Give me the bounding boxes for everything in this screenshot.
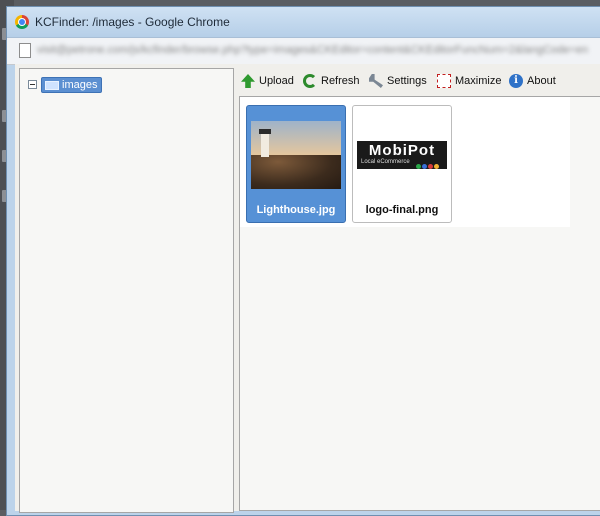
logo-tagline: Local eCommerce	[361, 159, 410, 165]
url-text[interactable]: visit@petrone.com/js/kcfinder/browse.php…	[37, 44, 588, 56]
about-label: About	[527, 75, 556, 87]
file-name: Lighthouse.jpg	[256, 204, 336, 216]
collapse-toggle-icon[interactable]	[28, 80, 37, 89]
folder-tree-pane: images	[19, 68, 234, 513]
settings-wrench-icon	[369, 74, 383, 88]
upload-icon	[241, 74, 255, 88]
refresh-label: Refresh	[321, 75, 360, 87]
page-icon	[19, 43, 31, 58]
file-tile-lighthouse[interactable]: Lighthouse.jpg	[246, 105, 346, 223]
tree-node-text: images	[62, 79, 98, 91]
about-button[interactable]: i About	[509, 72, 556, 90]
toolbar: Upload Refresh Settings Maximize i About	[239, 68, 600, 94]
window-title: KCFinder: /images - Google Chrome	[35, 15, 230, 29]
file-name: logo-final.png	[365, 204, 439, 216]
logo-dots	[415, 160, 439, 172]
refresh-icon	[303, 74, 317, 88]
files-pane: Lighthouse.jpg MobiPot Local eCommerce l…	[239, 96, 600, 511]
tree-node-label[interactable]: images	[41, 77, 103, 93]
upload-button[interactable]: Upload	[241, 72, 294, 90]
settings-button[interactable]: Settings	[369, 72, 427, 90]
address-bar[interactable]: visit@petrone.com/js/kcfinder/browse.php…	[7, 37, 600, 65]
file-tile-logo[interactable]: MobiPot Local eCommerce logo-final.png	[352, 105, 452, 223]
info-icon: i	[509, 74, 523, 88]
settings-label: Settings	[387, 75, 427, 87]
upload-label: Upload	[259, 75, 294, 87]
lighthouse-thumbnail	[251, 121, 341, 189]
maximize-button[interactable]: Maximize	[437, 72, 501, 90]
maximize-icon	[437, 74, 451, 88]
logo-thumbnail: MobiPot Local eCommerce	[357, 121, 447, 189]
title-bar[interactable]: KCFinder: /images - Google Chrome	[7, 7, 600, 37]
folder-icon	[45, 81, 59, 90]
chrome-logo-icon	[15, 15, 29, 29]
maximize-label: Maximize	[455, 75, 502, 87]
kcfinder-content: images Upload Refresh Settings Maximize	[15, 64, 600, 513]
logo-wordmark: MobiPot	[368, 142, 436, 159]
browser-window: KCFinder: /images - Google Chrome visit@…	[6, 6, 600, 516]
refresh-button[interactable]: Refresh	[303, 72, 360, 90]
